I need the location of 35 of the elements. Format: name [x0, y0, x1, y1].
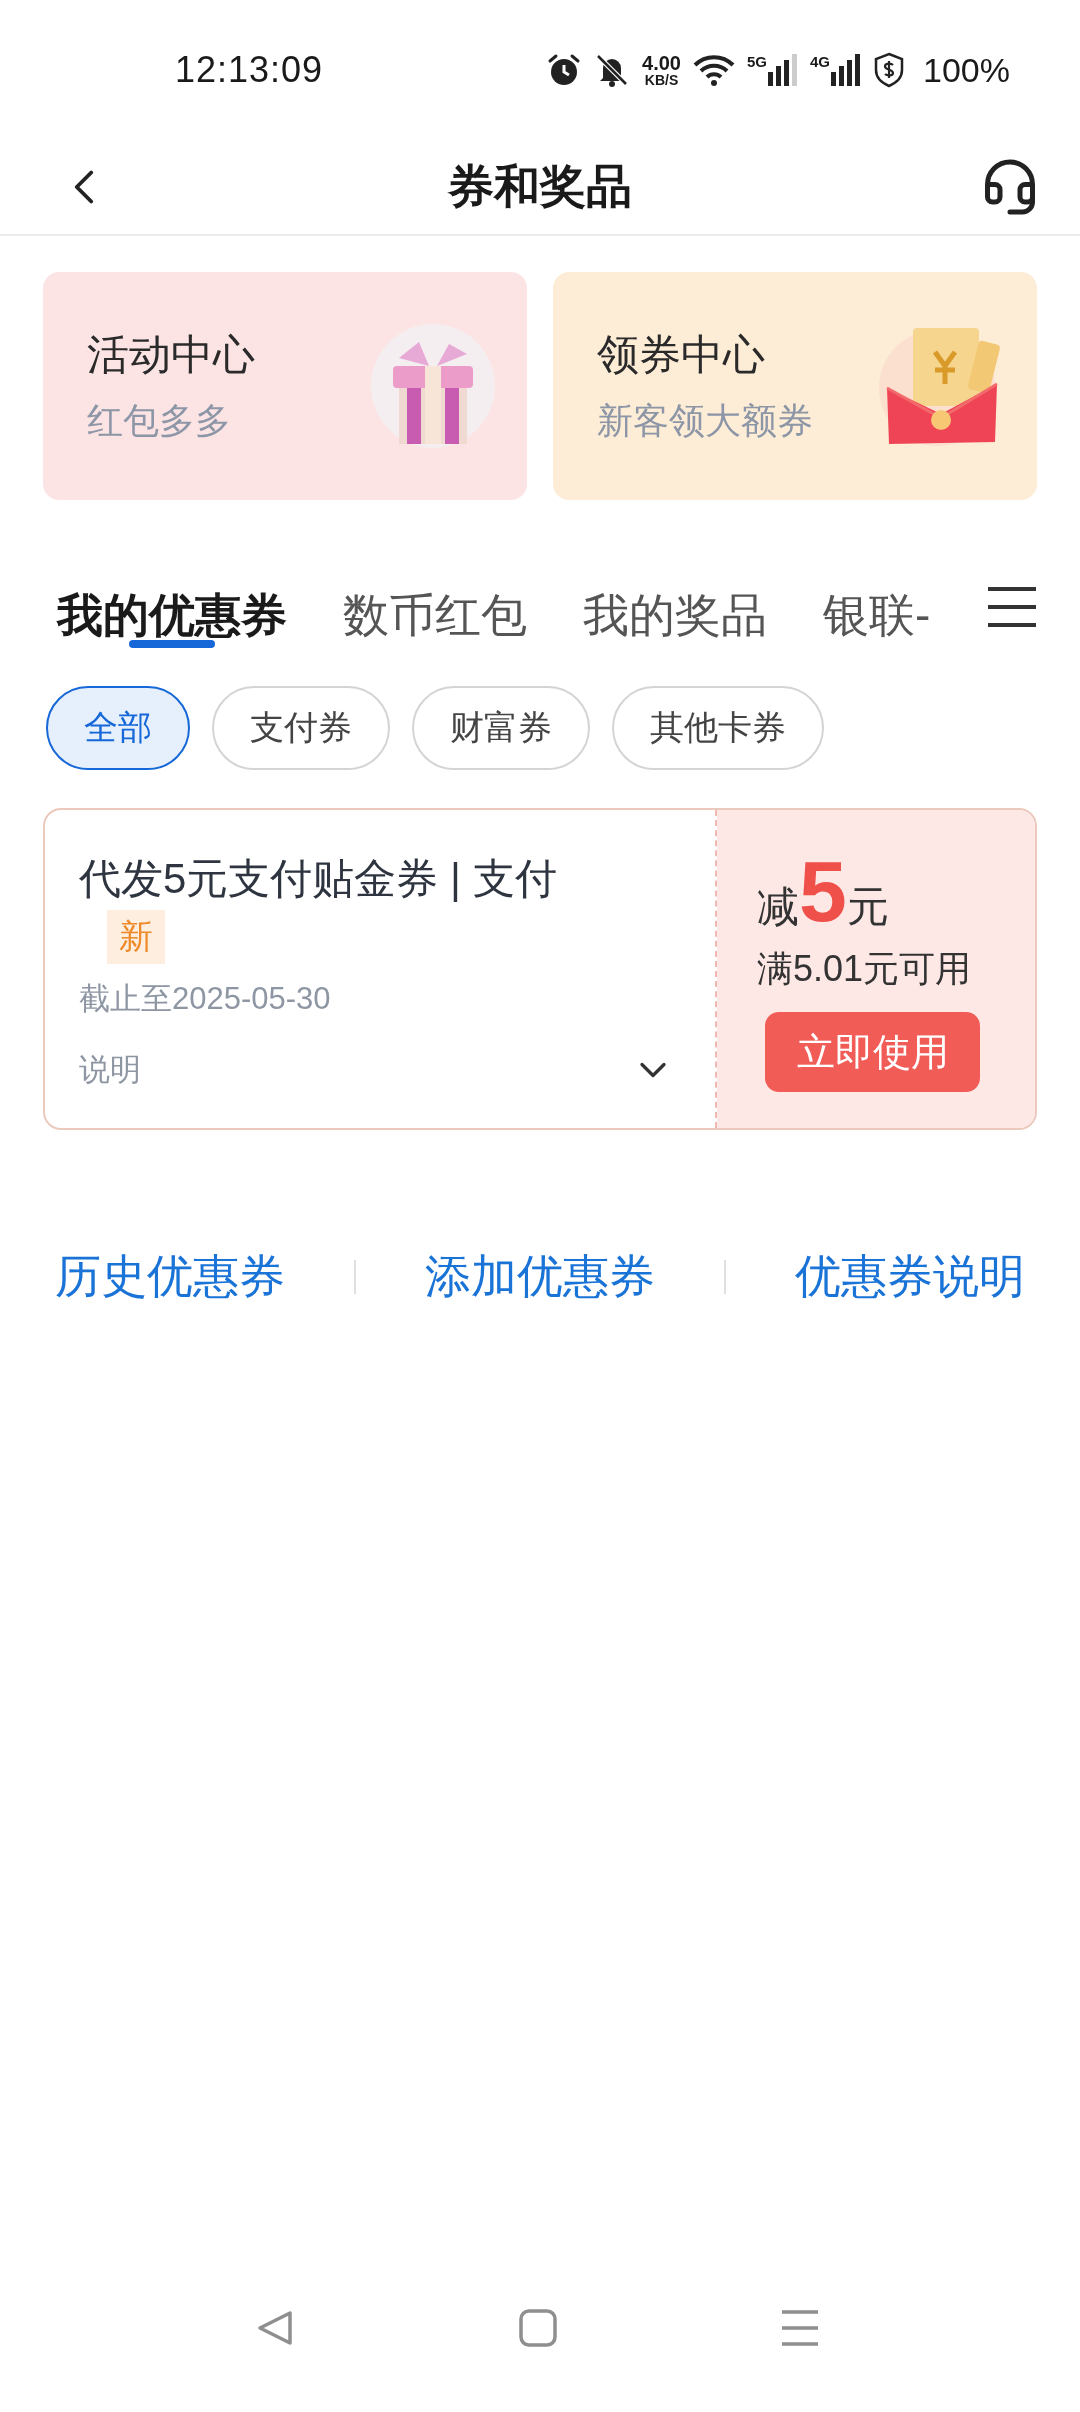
battery-percentage: 100%: [923, 50, 1010, 90]
category-tab[interactable]: 银联-: [823, 552, 931, 660]
page-title: 券和奖品: [448, 159, 632, 214]
new-badge: 新: [107, 910, 165, 965]
filter-chip[interactable]: 财富券: [412, 686, 590, 770]
coupon-note: 说明: [79, 1051, 141, 1090]
usage-condition: 满5.01元可用: [757, 947, 973, 991]
coupon-expiry: 截止至2025-05-30: [79, 980, 332, 1019]
shield-dollar-icon: [873, 52, 906, 88]
card-title: 活动中心: [87, 329, 255, 380]
nav-home-button[interactable]: [518, 2308, 558, 2348]
promo-card[interactable]: 领券中心 新客领大额券: [553, 272, 1037, 500]
category-tab[interactable]: 数币红包: [343, 552, 527, 660]
coupon-title: 代发5元支付贴金券 | 支付: [79, 854, 558, 904]
footer-link[interactable]: 优惠券说明: [795, 1246, 1026, 1308]
filter-chip[interactable]: 全部: [46, 686, 190, 770]
net-speed-value: 4.00: [642, 53, 681, 73]
net-speed-unit: KB/S: [644, 73, 679, 87]
network-type-label: 4G: [810, 54, 831, 69]
category-tab[interactable]: 我的优惠券: [57, 552, 287, 660]
card-title: 领券中心: [597, 329, 766, 380]
footer-link[interactable]: 添加优惠券: [424, 1246, 655, 1308]
card-subtitle: 红包多多: [87, 398, 232, 443]
category-tab[interactable]: 我的奖品: [583, 552, 767, 660]
card-subtitle: 新客领大额券: [597, 398, 813, 443]
promo-card[interactable]: 活动中心 红包多多: [43, 272, 527, 500]
footer-link[interactable]: 历史优惠券: [54, 1246, 285, 1308]
menu-button[interactable]: [986, 586, 1039, 628]
network-type-label: 5G: [747, 54, 767, 69]
wifi-icon: [693, 53, 735, 87]
nav-recents-button[interactable]: [780, 2308, 820, 2348]
discount-amount: 减5元: [757, 848, 890, 935]
status-time: 12:13:09: [175, 49, 324, 91]
filter-chip[interactable]: 支付券: [212, 686, 390, 770]
filter-chip[interactable]: 其他卡券: [612, 686, 824, 770]
